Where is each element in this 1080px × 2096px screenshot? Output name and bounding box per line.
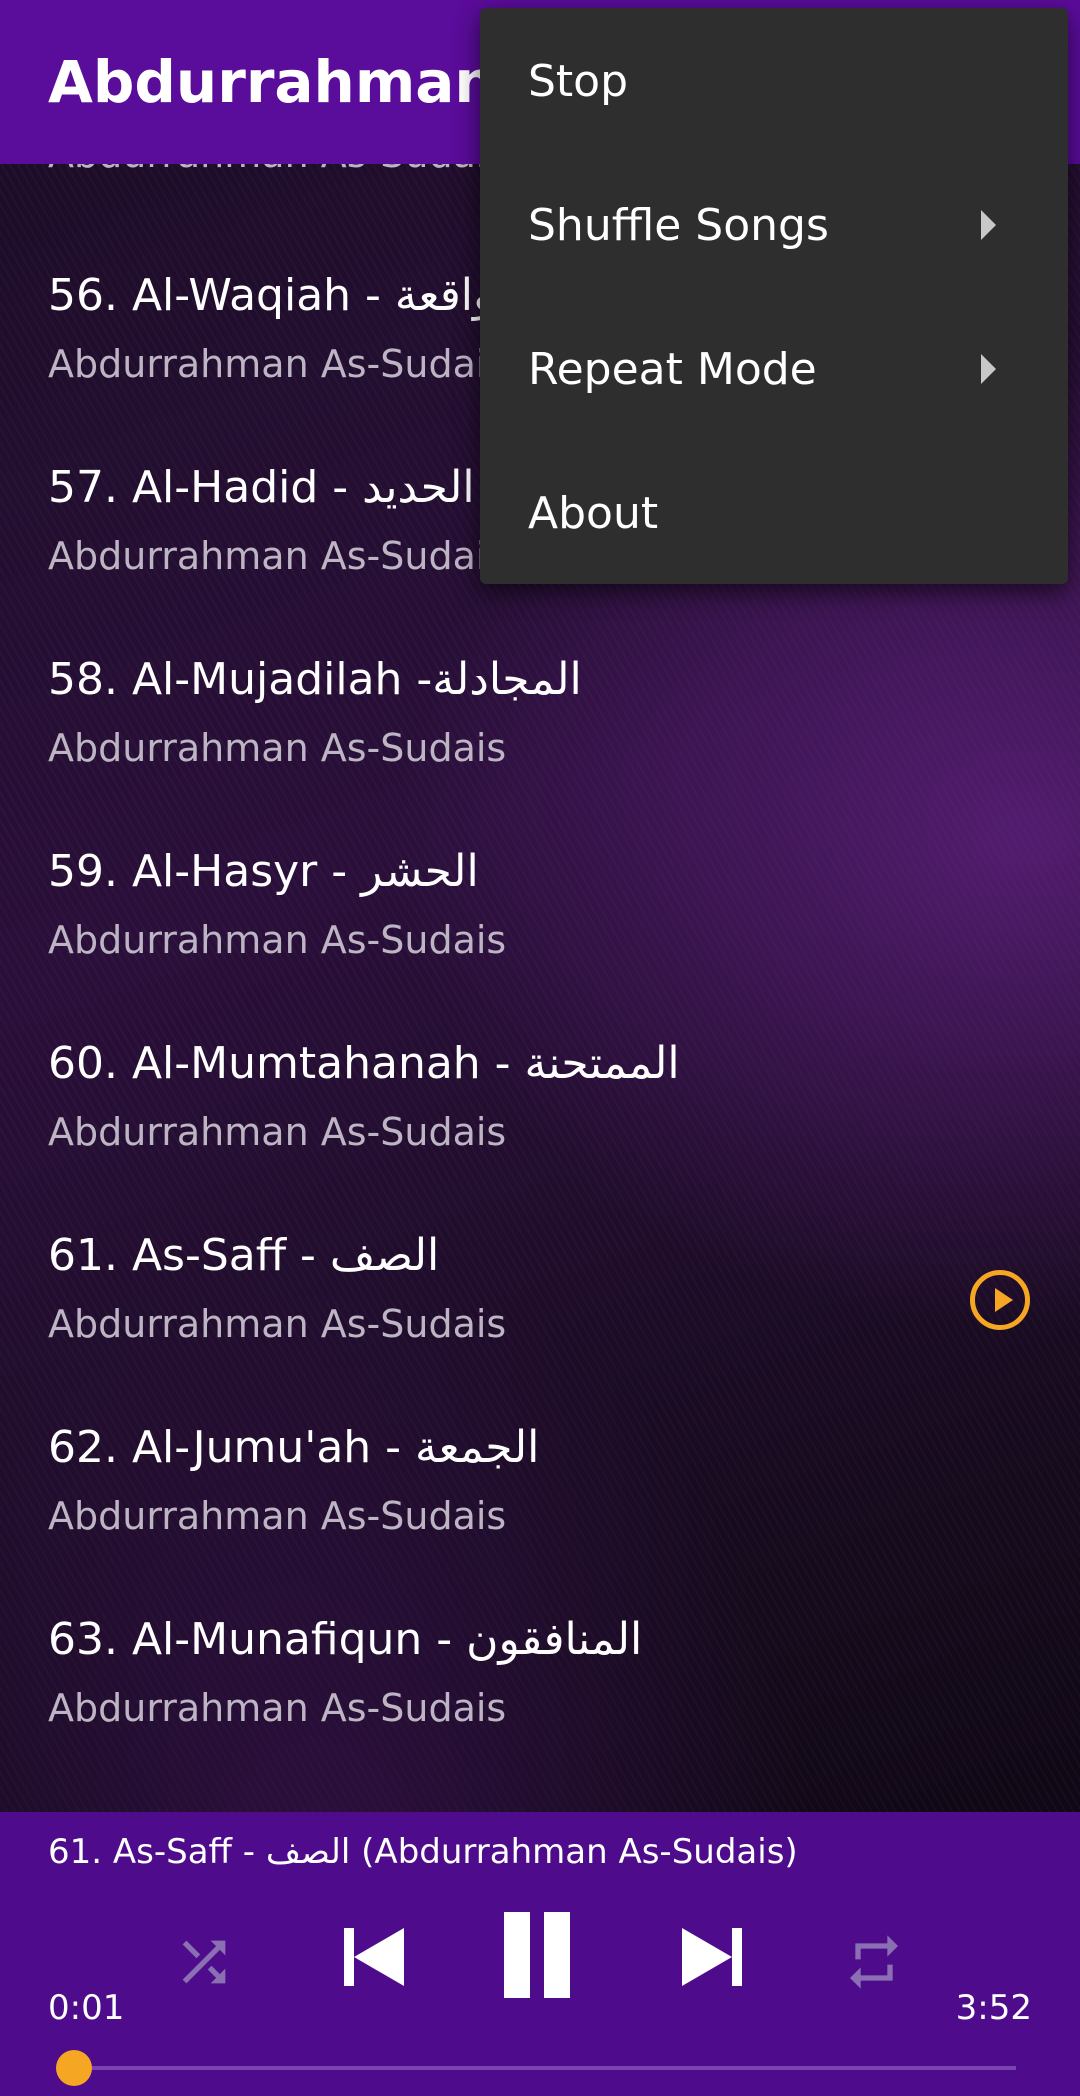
- list-item[interactable]: 60. Al-Mumtahanah - الممتحنة Abdurrahman…: [0, 1010, 1080, 1202]
- menu-item-repeat-mode[interactable]: Repeat Mode: [480, 296, 1068, 440]
- menu-item-shuffle-songs[interactable]: Shuffle Songs: [480, 152, 1068, 296]
- now-playing-title: 61. As-Saff - الصف (Abdurrahman As-Sudai…: [48, 1832, 798, 1872]
- track-title: 57. Al-Hadid - الحديد: [48, 462, 475, 513]
- track-artist: Abdurrahman As-Sudais: [48, 918, 507, 962]
- menu-item-label: Repeat Mode: [528, 344, 817, 395]
- track-title: 58. Al-Mujadilah -المجادلة: [48, 654, 582, 705]
- skip-previous-icon[interactable]: [340, 1922, 410, 1992]
- player-bar: 61. As-Saff - الصف (Abdurrahman As-Sudai…: [0, 1812, 1080, 2096]
- track-title: 62. Al-Jumu'ah - الجمعة: [48, 1422, 540, 1473]
- track-title: 61. As-Saff - الصف: [48, 1230, 440, 1281]
- play-circle-icon[interactable]: [970, 1270, 1030, 1330]
- shuffle-icon[interactable]: [172, 1930, 236, 1994]
- track-title: 56. Al-Waqiah - الواقعة: [48, 270, 522, 321]
- arrow-right-icon: [981, 354, 996, 384]
- list-item[interactable]: 61. As-Saff - الصف Abdurrahman As-Sudais: [0, 1202, 1080, 1394]
- list-item[interactable]: 62. Al-Jumu'ah - الجمعة Abdurrahman As-S…: [0, 1394, 1080, 1586]
- overflow-menu: Stop Shuffle Songs Repeat Mode About: [480, 8, 1068, 584]
- track-title: 63. Al-Munafiqun - المنافقون: [48, 1614, 643, 1665]
- menu-item-stop[interactable]: Stop: [480, 8, 1068, 152]
- menu-item-label: Shuffle Songs: [528, 200, 829, 251]
- arrow-right-icon: [981, 210, 996, 240]
- track-title: 59. Al-Hasyr - الحشر: [48, 846, 479, 897]
- pause-icon[interactable]: [494, 1912, 578, 1998]
- seek-bar[interactable]: [55, 2050, 1016, 2086]
- track-title: 60. Al-Mumtahanah - الممتحنة: [48, 1038, 680, 1089]
- seek-bar-thumb[interactable]: [55, 2050, 92, 2086]
- skip-next-icon[interactable]: [676, 1922, 746, 1992]
- list-item[interactable]: 59. Al-Hasyr - الحشر Abdurrahman As-Suda…: [0, 818, 1080, 1010]
- menu-item-label: Stop: [528, 56, 629, 107]
- track-artist: Abdurrahman As-Sudais: [48, 726, 507, 770]
- track-artist: Abdurrahman As-Sudais: [48, 1686, 507, 1730]
- list-item[interactable]: 58. Al-Mujadilah -المجادلة Abdurrahman A…: [0, 626, 1080, 818]
- menu-item-about[interactable]: About: [480, 440, 1068, 584]
- repeat-icon[interactable]: [842, 1930, 906, 1994]
- music-player-screen: Abdurrahman As-Sudais 56. Al-Waqiah - ال…: [0, 0, 1080, 2096]
- track-artist: Abdurrahman As-Sudais: [48, 1110, 507, 1154]
- track-artist: Abdurrahman As-Sudais: [48, 342, 507, 386]
- track-artist: Abdurrahman As-Sudais: [48, 1494, 507, 1538]
- time-total: 3:52: [955, 1988, 1032, 2028]
- menu-item-label: About: [528, 488, 659, 539]
- track-artist: Abdurrahman As-Sudais: [48, 1302, 507, 1346]
- track-artist: Abdurrahman As-Sudais: [48, 534, 507, 578]
- time-elapsed: 0:01: [48, 1988, 125, 2028]
- list-item[interactable]: 63. Al-Munafiqun - المنافقون Abdurrahman…: [0, 1586, 1080, 1778]
